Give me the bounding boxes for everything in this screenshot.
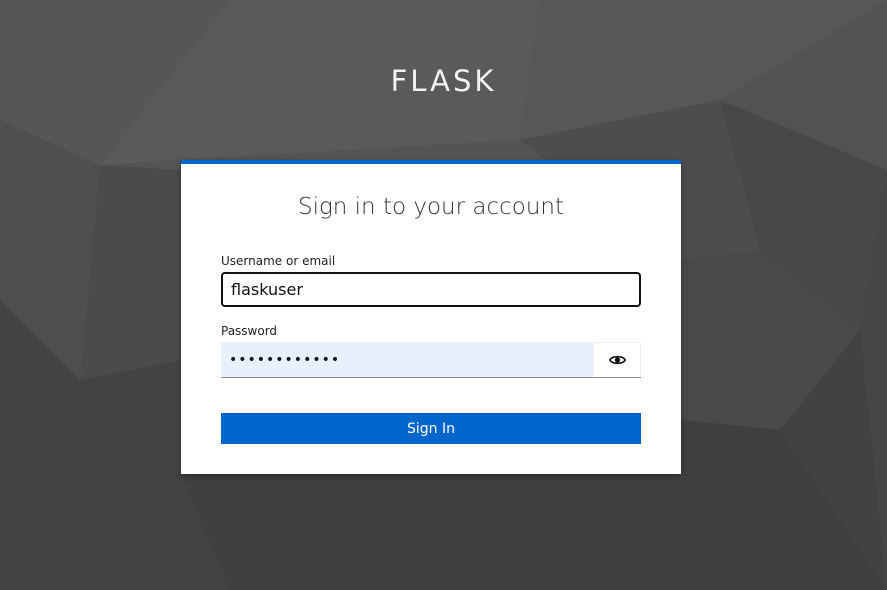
password-input[interactable] (221, 342, 593, 377)
login-heading: Sign in to your account (297, 194, 565, 220)
eye-icon (608, 355, 626, 365)
brand-title: FLASK (390, 64, 497, 98)
username-input[interactable] (221, 272, 641, 307)
sign-in-button[interactable]: Sign In (221, 413, 641, 444)
username-label: Username or email (221, 254, 336, 268)
show-password-button[interactable] (593, 342, 641, 377)
password-label: Password (221, 324, 278, 338)
password-field-group (221, 342, 641, 378)
login-card: Sign in to your account Username or emai… (181, 160, 681, 474)
